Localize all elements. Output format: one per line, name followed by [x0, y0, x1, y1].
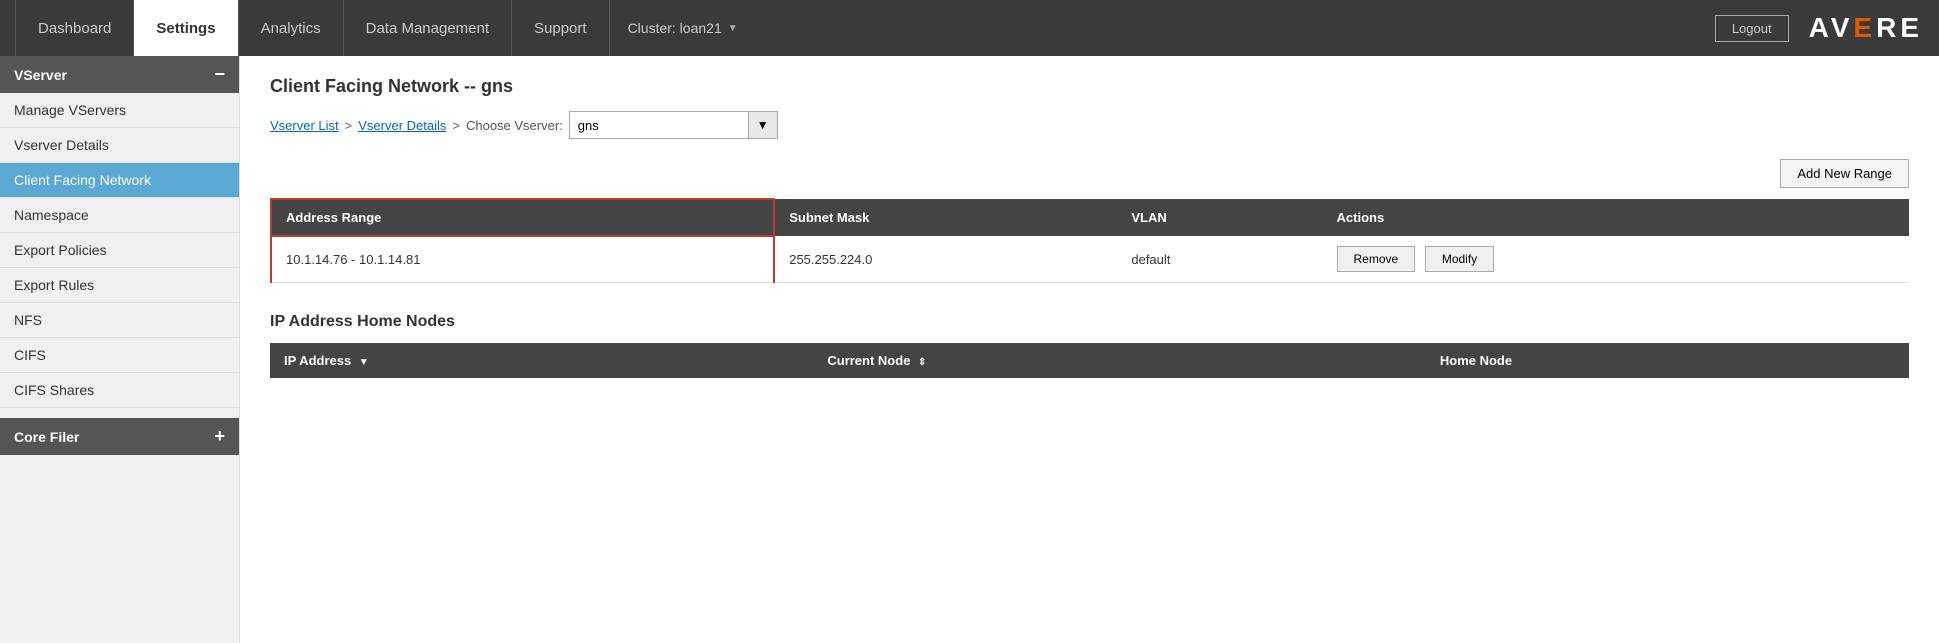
avere-logo: AVERE — [1809, 12, 1923, 44]
cluster-label: Cluster: loan21 — [628, 20, 722, 36]
ip-col-header-home-node: Home Node — [1426, 343, 1909, 378]
sidebar-item-export-policies[interactable]: Export Policies — [0, 233, 239, 268]
vserver-select-input[interactable] — [569, 111, 749, 139]
core-filer-expand-icon[interactable]: + — [214, 426, 225, 447]
vserver-section-header: VServer − — [0, 56, 239, 93]
page-title: Client Facing Network -- gns — [270, 76, 1909, 97]
topbar: Dashboard Settings Analytics Data Manage… — [0, 0, 1939, 56]
vserver-select-dropdown-btn[interactable]: ▼ — [749, 111, 778, 139]
ip-col-header-current-node: Current Node ⇕ — [813, 343, 1426, 378]
sidebar: VServer − Manage VServers Vserver Detail… — [0, 56, 240, 643]
breadcrumb-vserver-list[interactable]: Vserver List — [270, 118, 339, 133]
sidebar-item-cifs-shares[interactable]: CIFS Shares — [0, 373, 239, 408]
sidebar-item-client-facing-network[interactable]: Client Facing Network — [0, 163, 239, 198]
tab-dashboard[interactable]: Dashboard — [15, 0, 134, 56]
sidebar-item-export-rules[interactable]: Export Rules — [0, 268, 239, 303]
main-content: Client Facing Network -- gns Vserver Lis… — [240, 56, 1939, 643]
choose-vserver-label: Choose Vserver: — [466, 118, 563, 133]
table-row: 10.1.14.76 - 10.1.14.81 255.255.224.0 de… — [271, 236, 1909, 283]
breadcrumb-sep1: > — [345, 118, 353, 133]
cluster-dropdown-arrow: ▼ — [728, 23, 738, 34]
address-range-table: Address Range Subnet Mask VLAN Actions 1… — [270, 198, 1909, 283]
cell-address-range: 10.1.14.76 - 10.1.14.81 — [271, 236, 774, 283]
topbar-right: Logout AVERE — [1715, 12, 1923, 44]
core-filer-section-label: Core Filer — [14, 429, 79, 445]
tab-settings[interactable]: Settings — [133, 0, 238, 56]
tab-support[interactable]: Support — [511, 0, 610, 56]
sidebar-item-manage-vservers[interactable]: Manage VServers — [0, 93, 239, 128]
logo-av: AV — [1809, 12, 1854, 44]
ip-address-sort-icon[interactable]: ▼ — [359, 357, 369, 368]
breadcrumb-sep2: > — [452, 118, 460, 133]
logo-e: E — [1853, 12, 1876, 44]
vserver-collapse-icon[interactable]: − — [214, 64, 225, 85]
col-header-subnet-mask: Subnet Mask — [774, 199, 1117, 236]
ip-address-table: IP Address ▼ Current Node ⇕ Home Node — [270, 343, 1909, 378]
col-header-actions: Actions — [1323, 199, 1909, 236]
content-wrapper: VServer − Manage VServers Vserver Detail… — [0, 56, 1939, 643]
core-filer-section-header: Core Filer + — [0, 418, 239, 455]
tab-data-management[interactable]: Data Management — [343, 0, 512, 56]
topbar-left: Dashboard Settings Analytics Data Manage… — [16, 0, 738, 56]
vserver-select-wrapper: ▼ — [569, 111, 778, 139]
remove-button[interactable]: Remove — [1337, 246, 1416, 272]
current-node-sort-icon[interactable]: ⇕ — [918, 357, 926, 368]
cell-vlan: default — [1117, 236, 1322, 283]
sidebar-item-nfs[interactable]: NFS — [0, 303, 239, 338]
modify-button[interactable]: Modify — [1425, 246, 1494, 272]
cell-actions: Remove Modify — [1323, 236, 1909, 283]
sidebar-item-vserver-details[interactable]: Vserver Details — [0, 128, 239, 163]
logout-button[interactable]: Logout — [1715, 15, 1789, 42]
col-header-vlan: VLAN — [1117, 199, 1322, 236]
breadcrumb-vserver-details[interactable]: Vserver Details — [358, 118, 446, 133]
cell-subnet-mask: 255.255.224.0 — [774, 236, 1117, 283]
add-new-range-button[interactable]: Add New Range — [1780, 159, 1909, 188]
breadcrumb: Vserver List > Vserver Details > Choose … — [270, 111, 1909, 139]
cluster-selector[interactable]: Cluster: loan21 ▼ — [628, 20, 738, 36]
ip-col-header-ip-address: IP Address ▼ — [270, 343, 813, 378]
sidebar-item-namespace[interactable]: Namespace — [0, 198, 239, 233]
logo-re: RE — [1876, 12, 1923, 44]
vserver-section-label: VServer — [14, 67, 67, 83]
ip-section-title: IP Address Home Nodes — [270, 313, 1909, 331]
sidebar-item-cifs[interactable]: CIFS — [0, 338, 239, 373]
add-range-wrapper: Add New Range — [270, 159, 1909, 198]
col-header-address-range: Address Range — [271, 199, 774, 236]
tab-analytics[interactable]: Analytics — [238, 0, 344, 56]
